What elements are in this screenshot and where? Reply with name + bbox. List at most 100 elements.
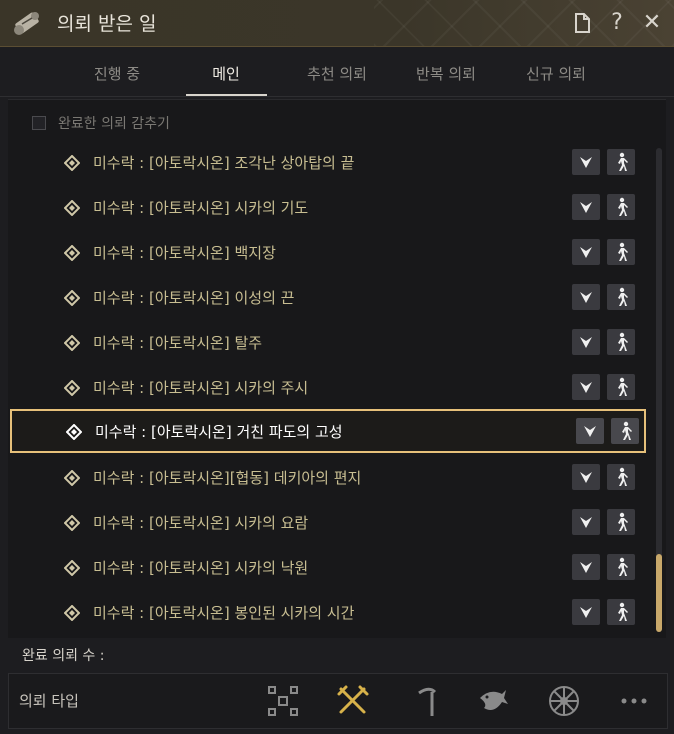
tab-repeat[interactable]: 반복 의뢰 <box>396 63 496 84</box>
auto-navigate-button[interactable] <box>607 374 635 400</box>
quest-diamond-icon <box>64 605 80 621</box>
expand-button[interactable] <box>572 239 600 265</box>
quest-list-item[interactable]: 미수락 : [아토락시온][협동] 데키아의 편지 <box>8 455 648 499</box>
auto-navigate-button[interactable] <box>607 329 635 355</box>
chevron-down-icon <box>580 337 592 348</box>
title-bar-pattern <box>374 0 674 46</box>
expand-button[interactable] <box>572 464 600 490</box>
tab-new[interactable]: 신규 의뢰 <box>506 63 606 84</box>
grid-squares-icon[interactable] <box>266 684 300 718</box>
chevron-down-icon <box>580 517 592 528</box>
quest-type-label: 의뢰 타입 <box>19 692 79 710</box>
quest-title: 미수락 : [아토락시온] 시카의 요람 <box>93 514 309 532</box>
chevron-down-icon <box>580 472 592 483</box>
title-bar[interactable]: 의뢰 받은 일 ? ✕ <box>0 0 674 47</box>
expand-button[interactable] <box>572 374 600 400</box>
quest-diamond-icon <box>64 290 80 306</box>
expand-button[interactable] <box>572 509 600 535</box>
quest-list-item[interactable]: 미수락 : [아토락시온] 탈주 <box>8 320 648 364</box>
hide-completed-checkbox[interactable] <box>32 116 46 130</box>
quest-list-item[interactable]: 미수락 : [아토락시온] 시카의 주시 <box>8 365 648 409</box>
tab-recommended[interactable]: 추천 의뢰 <box>287 63 387 84</box>
quest-diamond-icon <box>64 560 80 576</box>
walking-person-icon <box>618 377 628 396</box>
quest-window: 의뢰 받은 일 ? ✕ 진행 중 메인 추천 의뢰 반복 의뢰 신규 의뢰 완료… <box>0 0 674 734</box>
quest-title: 미수락 : [아토락시온] 백지장 <box>93 244 276 262</box>
chevron-down-icon <box>584 426 596 437</box>
walking-person-icon <box>618 197 628 216</box>
walking-person-icon <box>618 152 628 171</box>
quest-diamond-icon <box>64 470 80 486</box>
walking-person-icon <box>618 602 628 621</box>
auto-navigate-button[interactable] <box>607 509 635 535</box>
expand-button[interactable] <box>572 554 600 580</box>
chevron-down-icon <box>580 607 592 618</box>
quest-list-item[interactable]: 미수락 : [아토락시온] 이성의 끈 <box>8 275 648 319</box>
walking-person-icon <box>618 557 628 576</box>
quest-diamond-icon <box>64 515 80 531</box>
tab-in-progress[interactable]: 진행 중 <box>67 63 167 84</box>
chevron-down-icon <box>580 562 592 573</box>
more-dots-icon[interactable] <box>617 684 651 718</box>
quest-list-item[interactable]: 미수락 : [아토락시온] 백지장 <box>8 230 648 274</box>
quest-list-panel: 완료한 의뢰 감추기 미수락 : [아토락시온] 조각난 상아탑의 끝미수락 :… <box>8 99 666 638</box>
quest-list-item[interactable]: 미수락 : [아토락시온] 시카의 낙원 <box>8 545 648 589</box>
auto-navigate-button[interactable] <box>607 284 635 310</box>
quest-diamond-icon <box>64 335 80 351</box>
quest-list-item[interactable]: 미수락 : [아토락시온] 시카의 요람 <box>8 500 648 544</box>
quest-list-item[interactable]: 미수락 : [아토락시온] 거친 파도의 고성 <box>10 409 646 453</box>
quest-title: 미수락 : [아토락시온] 조각난 상아탑의 끝 <box>93 154 355 172</box>
expand-button[interactable] <box>572 149 600 175</box>
quest-title: 미수락 : [아토락시온] 탈주 <box>93 334 263 352</box>
hide-completed-label: 완료한 의뢰 감추기 <box>58 116 170 132</box>
auto-navigate-button[interactable] <box>607 239 635 265</box>
auto-navigate-button[interactable] <box>607 599 635 625</box>
expand-button[interactable] <box>572 284 600 310</box>
auto-navigate-button[interactable] <box>607 194 635 220</box>
chevron-down-icon <box>580 157 592 168</box>
close-icon[interactable]: ✕ <box>640 11 664 35</box>
quest-title: 미수락 : [아토락시온] 시카의 기도 <box>93 199 309 217</box>
quest-list-item[interactable]: 미수락 : [아토락시온] 봉인된 시카의 시간 <box>8 590 648 634</box>
chevron-down-icon <box>580 202 592 213</box>
walking-person-icon <box>618 287 628 306</box>
quest-list-item[interactable]: 미수락 : [아토락시온] 시카의 기도 <box>8 185 648 229</box>
scrollbar[interactable] <box>656 148 662 632</box>
quest-diamond-icon <box>64 200 80 216</box>
walking-person-icon <box>618 332 628 351</box>
expand-button[interactable] <box>576 418 604 444</box>
quest-title: 미수락 : [아토락시온] 이성의 끈 <box>93 289 295 307</box>
tab-main[interactable]: 메인 <box>176 63 276 84</box>
quest-diamond-icon <box>64 245 80 261</box>
crossed-swords-icon[interactable] <box>336 684 370 718</box>
auto-navigate-button[interactable] <box>607 464 635 490</box>
quest-type-bar: 의뢰 타입 <box>8 673 668 729</box>
expand-button[interactable] <box>572 329 600 355</box>
window-title: 의뢰 받은 일 <box>57 13 157 35</box>
fish-icon[interactable] <box>476 684 510 718</box>
quest-title: 미수락 : [아토락시온] 시카의 낙원 <box>93 559 309 577</box>
quest-diamond-icon <box>64 380 80 396</box>
completed-count-label: 완료 의뢰 수 : <box>22 648 105 664</box>
auto-navigate-button[interactable] <box>607 149 635 175</box>
pickaxe-icon[interactable] <box>411 684 445 718</box>
chevron-down-icon <box>580 382 592 393</box>
help-icon[interactable]: ? <box>605 11 629 35</box>
hide-completed-toggle[interactable]: 완료한 의뢰 감추기 <box>32 113 170 133</box>
walking-person-icon <box>618 512 628 531</box>
expand-button[interactable] <box>572 194 600 220</box>
quest-diamond-icon <box>64 155 80 171</box>
auto-navigate-button[interactable] <box>611 418 639 444</box>
tab-bar: 진행 중 메인 추천 의뢰 반복 의뢰 신규 의뢰 <box>0 47 674 97</box>
expand-button[interactable] <box>572 599 600 625</box>
quest-title: 미수락 : [아토락시온][협동] 데키아의 편지 <box>93 469 362 487</box>
quest-title: 미수락 : [아토락시온] 거친 파도의 고성 <box>95 423 343 441</box>
scrollbar-thumb[interactable] <box>656 554 662 632</box>
document-icon[interactable] <box>570 11 594 35</box>
quest-list-item[interactable]: 미수락 : [아토락시온] 조각난 상아탑의 끝 <box>8 140 648 184</box>
wheel-icon[interactable] <box>547 684 581 718</box>
quest-diamond-icon <box>66 424 82 440</box>
chevron-down-icon <box>580 292 592 303</box>
chevron-down-icon <box>580 247 592 258</box>
auto-navigate-button[interactable] <box>607 554 635 580</box>
